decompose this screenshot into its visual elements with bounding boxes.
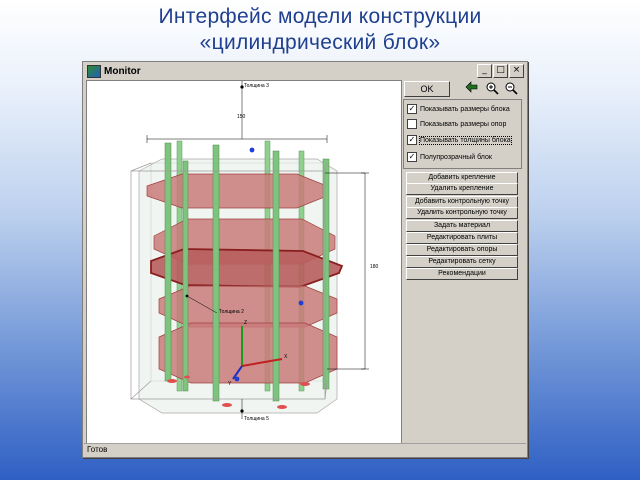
window-controls: _ □ × xyxy=(477,64,524,78)
window-titlebar[interactable]: Monitor _ □ × xyxy=(84,63,526,79)
slide-title: Интерфейс модели конструкции «цилиндриче… xyxy=(0,4,640,56)
status-text: Готов xyxy=(87,445,108,454)
bottom-thickness-label: Толщина 5 xyxy=(244,416,269,422)
zoom-out-icon[interactable] xyxy=(504,81,518,95)
edit-slabs-button[interactable]: Редактировать плиты xyxy=(406,232,518,244)
arrow-icon[interactable] xyxy=(464,81,478,95)
slab-highlighted[interactable] xyxy=(150,248,344,288)
height-dimension-label: 180 xyxy=(370,264,379,270)
middle-thickness-label: Толщина 2 xyxy=(219,309,244,315)
checkbox-label: Показывать размеры опор xyxy=(420,120,507,128)
width-dimension-label: 150 xyxy=(237,114,246,120)
checkbox-label: Показывать толщины блока xyxy=(419,135,512,145)
slide-title-line-1: Интерфейс модели конструкции xyxy=(158,5,482,28)
block-model-drawing: 150 180 Толщина 3 Толщина 2 Толщина 5 Z … xyxy=(130,81,379,422)
remove-control-point-button[interactable]: Удалить контрольную точку xyxy=(406,207,518,219)
checkbox-show-block-thickness[interactable]: ✓ Показывать толщины блока xyxy=(407,134,512,146)
axis-z-label: Z xyxy=(244,320,247,326)
status-bar: Готов xyxy=(84,443,526,456)
checkbox-show-block-sizes[interactable]: ✓ Показывать размеры блока xyxy=(407,103,510,115)
checkbox-box[interactable]: ✓ xyxy=(407,135,417,145)
edit-supports-button[interactable]: Редактировать опоры xyxy=(406,244,518,256)
app-icon xyxy=(87,64,101,78)
checkbox-show-support-sizes[interactable]: Показывать размеры опор xyxy=(407,118,506,130)
3d-viewport[interactable]: 150 180 Толщина 3 Толщина 2 Толщина 5 Z … xyxy=(86,80,402,444)
recommendations-button[interactable]: Рекомендации xyxy=(406,268,518,280)
checkbox-box[interactable] xyxy=(407,119,417,129)
maximize-button[interactable]: □ xyxy=(493,64,508,78)
slide-title-line-2: «цилиндрический блок» xyxy=(199,31,441,54)
edit-mesh-button[interactable]: Редактировать сетку xyxy=(406,256,518,268)
set-material-button[interactable]: Задать материал xyxy=(406,220,518,232)
checkbox-translucent-block[interactable]: ✓ Полупрозрачный блок xyxy=(407,151,492,163)
slab-top xyxy=(146,173,328,209)
checkbox-label: Полупрозрачный блок xyxy=(420,153,492,161)
ok-button[interactable]: OK xyxy=(404,81,450,97)
remove-fastening-button[interactable]: Удалить крепление xyxy=(406,183,518,195)
display-options-group: ✓ Показывать размеры блока Показывать ра… xyxy=(403,99,522,169)
top-thickness-label: Толщина 3 xyxy=(244,83,269,89)
minimize-button[interactable]: _ xyxy=(477,64,492,78)
close-button[interactable]: × xyxy=(509,64,524,78)
checkbox-label: Показывать размеры блока xyxy=(420,105,510,113)
checkbox-box[interactable]: ✓ xyxy=(407,104,417,114)
window-title: Monitor xyxy=(104,65,141,77)
monitor-window: Monitor _ □ × 150 180 Толщина 3 Толщина … xyxy=(82,61,528,458)
checkbox-box[interactable]: ✓ xyxy=(407,152,417,162)
zoom-in-icon[interactable] xyxy=(485,81,499,95)
control-panel: OK ✓ Показывать размеры блока Показывать… xyxy=(402,80,524,442)
